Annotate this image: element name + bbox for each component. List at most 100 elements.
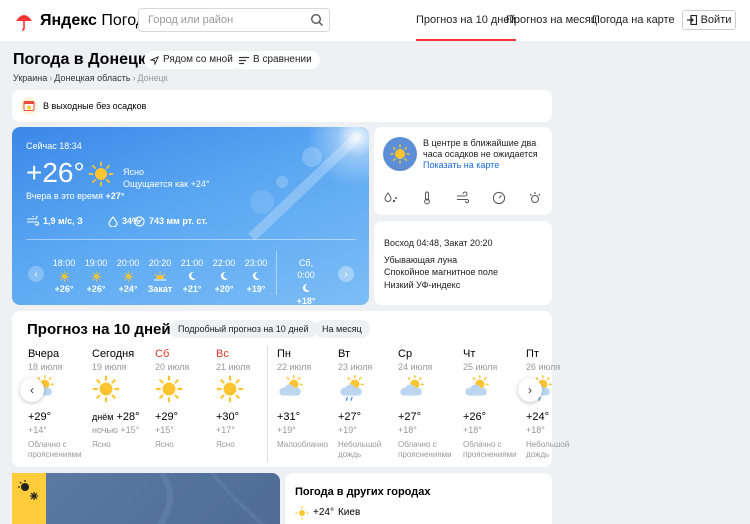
day-high: +27° <box>338 410 396 424</box>
logo-brand: Яндекс <box>40 12 97 29</box>
day-low: +19° <box>338 424 396 436</box>
day-name: Вс <box>216 348 229 360</box>
day-high: +30° <box>216 410 274 424</box>
hourly-item: 20:00 +24° <box>112 257 144 295</box>
day-high-value: +30° <box>216 411 240 423</box>
forecast-day[interactable]: Ср 24 июля +27° +18° Облачно с прояснени… <box>398 347 456 460</box>
forecast-prev-button[interactable]: ‹ <box>20 378 44 402</box>
pressure-gauge-icon[interactable] <box>492 191 506 205</box>
moon-icon <box>302 283 310 292</box>
nav-tab-month[interactable]: Прогноз на месяц <box>506 0 597 41</box>
weather-map-preview[interactable] <box>12 473 280 524</box>
precipitation-icon[interactable] <box>384 191 398 205</box>
day-low: +15° <box>155 424 213 436</box>
day-date: 21 июля <box>216 362 251 372</box>
day-high-value: +31° <box>277 411 301 423</box>
sun-icon <box>90 270 102 282</box>
partly-cloudy-icon <box>465 375 489 396</box>
day-name: Пт <box>526 348 539 360</box>
search-icon[interactable] <box>310 13 324 27</box>
city-row-kyiv[interactable]: +24° Киев <box>295 506 360 520</box>
hourly-time: 22:00 <box>212 258 236 268</box>
detailed-forecast-button[interactable]: Подробный прогноз на 10 дней <box>170 320 317 338</box>
day-low: +18° <box>398 424 456 436</box>
hourly-icon <box>176 269 208 283</box>
day-date: 23 июля <box>338 362 373 372</box>
nearby-button[interactable]: Рядом со мной <box>144 51 241 69</box>
day-name: Пн <box>277 348 291 360</box>
hourly-next-button[interactable]: › <box>338 266 354 282</box>
sun-icon <box>216 375 244 403</box>
pressure: 743 мм рт. ст. <box>134 215 207 227</box>
forecast-day[interactable]: Пн 22 июля +31° +19° Малооблачно <box>277 347 335 450</box>
day-date: 22 июля <box>277 362 312 372</box>
hourly-icon <box>144 269 176 283</box>
month-forecast-button[interactable]: На месяц <box>314 320 370 338</box>
pressure-gauge-icon <box>134 215 145 227</box>
current-weather-card[interactable]: Сейчас 18:34 +26° Ясно Ощущается как +24… <box>12 127 369 305</box>
current-condition: Ясно <box>123 167 144 177</box>
compare-button[interactable]: В сравнении <box>233 51 320 69</box>
forecast-next-button[interactable]: › <box>518 378 542 402</box>
nowcast-text: В центре в ближайшие два часа осадков не… <box>423 138 538 159</box>
forecast-day[interactable]: Чт 25 июля +26° +18° Облачно с прояснени… <box>463 347 521 460</box>
other-cities-title: Погода в других городах <box>295 486 431 498</box>
logo[interactable]: Яндекс Погода <box>40 11 154 31</box>
sunset-icon <box>154 271 166 281</box>
forecast-day[interactable]: Вс 21 июля +30° +17° Ясно <box>216 347 274 450</box>
forecast-day[interactable]: Пт 26 июля +24° +18° Небольшой дождь <box>526 347 584 460</box>
day-date: 26 июля <box>526 362 561 372</box>
moon-icon <box>188 271 196 280</box>
nav-tab-map[interactable]: Погода на карте ⌄ <box>592 0 687 41</box>
login-button[interactable]: Войти <box>682 10 736 30</box>
hourly-time: 21:00 <box>180 258 204 268</box>
pollen-icon[interactable] <box>528 191 542 205</box>
hourly-item: 20:20 Закат <box>144 257 176 295</box>
hourly-temp: Закат <box>147 284 173 294</box>
chevron-left-icon: ‹ <box>30 383 34 397</box>
show-on-map-link[interactable]: Показать на карте <box>423 160 499 171</box>
moon-phase: Убывающая луна <box>384 255 458 265</box>
alert-text: В выходные без осадков <box>43 101 147 111</box>
umbrella-logo-icon[interactable] <box>14 11 34 31</box>
nav-tab-10-days[interactable]: Прогноз на 10 дней <box>416 0 516 41</box>
day-low-value: +15° <box>120 425 140 435</box>
day-high-value: +27° <box>398 411 422 423</box>
search-box <box>138 8 330 32</box>
breadcrumb-region[interactable]: Донецкая область <box>54 73 130 83</box>
wind-icon[interactable] <box>456 191 470 205</box>
moon-icon <box>252 271 260 280</box>
breadcrumb-city: Донецк <box>137 73 168 83</box>
forecast-day[interactable]: Сб 20 июля +29° +15° Ясно <box>155 347 213 450</box>
hourly-item: Сб, 0:00 +18° <box>290 257 322 305</box>
day-icon <box>155 375 213 405</box>
forecast-title: Прогноз на 10 дней <box>27 321 171 338</box>
day-high-value: +24° <box>526 411 550 423</box>
day-high: +26° <box>463 410 521 424</box>
sun-icon <box>390 144 410 164</box>
wind: 1,9 м/с, З <box>26 215 83 227</box>
day-icon <box>277 375 335 405</box>
moon-icon <box>220 271 228 280</box>
hourly-icon <box>48 269 80 283</box>
current-temp: +26° <box>26 157 85 188</box>
yesterday-same-time: Вчера в это время +27° <box>26 190 124 202</box>
location-arrow-icon <box>150 55 159 65</box>
mini-map[interactable] <box>383 137 417 171</box>
list-icon <box>239 56 249 64</box>
breadcrumb-country[interactable]: Украина <box>13 73 47 83</box>
forecast-day[interactable]: Сегодня 19 июля днём +28° ночью +15° Ясн… <box>92 347 150 450</box>
hourly-icon <box>80 269 112 283</box>
hourly-item: 19:00 +26° <box>80 257 112 295</box>
day-condition: Небольшой дождь <box>526 440 570 459</box>
sun-icon <box>295 506 309 520</box>
login-icon <box>686 15 697 25</box>
hourly-temp: +21° <box>182 284 202 294</box>
forecast-day[interactable]: Вт 23 июля +27° +19° Небольшой дождь <box>338 347 396 460</box>
day-high: +29° <box>28 410 86 424</box>
thermometer-icon[interactable] <box>420 191 434 205</box>
hourly-prev-button[interactable]: ‹ <box>28 266 44 282</box>
forecast-day[interactable]: Вчера 18 июля +29° +14° Облачно с проясн… <box>28 347 86 460</box>
search-input[interactable] <box>148 9 308 31</box>
day-icon <box>463 375 521 405</box>
